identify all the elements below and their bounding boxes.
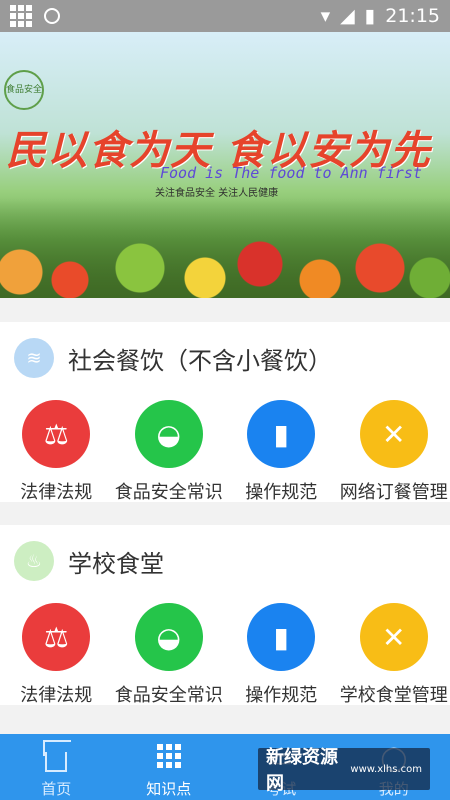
item-school-canteen-management[interactable]: ✕ 学校食堂管理 xyxy=(338,603,450,707)
item-laws[interactable]: ⚖ 法律法规 xyxy=(0,603,113,707)
grid-icon xyxy=(156,744,181,768)
item-food-safety-knowledge[interactable]: ◒ 食品安全常识 xyxy=(113,603,226,707)
shield-icon xyxy=(44,8,60,24)
tab-home[interactable]: 首页 xyxy=(0,734,113,800)
watermark-title: 新绿资源网 xyxy=(266,747,338,794)
watermark-url: www.xlhs.com xyxy=(350,763,422,775)
scale-icon: ⚖ xyxy=(22,603,91,671)
home-icon xyxy=(45,752,68,772)
vegetables-image xyxy=(0,198,450,298)
item-label: 操作规范 xyxy=(245,482,318,503)
item-operating-standards[interactable]: ▮ 操作规范 xyxy=(225,603,338,707)
section-social-catering: ≋ 社会餐饮（不含小餐饮） ⚖ 法律法规 ◒ 食品安全常识 ▮ 操作规范 ✕ 网… xyxy=(0,322,450,504)
banner-tagline: 关注食品安全 关注人民健康 xyxy=(155,188,279,199)
section-header: ♨ 学校食堂 xyxy=(14,541,164,581)
book-icon: ▮ xyxy=(247,603,316,671)
item-label: 食品安全常识 xyxy=(114,685,223,706)
pot-icon: ♨ xyxy=(14,541,54,581)
item-label: 法律法规 xyxy=(20,685,93,706)
item-operating-standards[interactable]: ▮ 操作规范 xyxy=(225,400,338,504)
item-label: 学校食堂管理 xyxy=(339,685,448,706)
bowl-icon: ≋ xyxy=(14,338,54,378)
section-title: 学校食堂 xyxy=(68,549,164,578)
item-online-ordering[interactable]: ✕ 网络订餐管理 xyxy=(338,400,450,504)
scale-icon: ⚖ xyxy=(22,400,91,468)
tab-knowledge[interactable]: 知识点 xyxy=(113,734,226,800)
tab-label: 知识点 xyxy=(146,780,192,798)
item-label: 食品安全常识 xyxy=(114,482,223,503)
section-title: 社会餐饮（不含小餐饮） xyxy=(68,346,332,375)
tools-icon: ✕ xyxy=(359,400,428,468)
item-food-safety-knowledge[interactable]: ◒ 食品安全常识 xyxy=(113,400,226,504)
bowl-spoon-icon: ◒ xyxy=(134,400,203,468)
signal-icon: ◢ xyxy=(340,5,355,27)
apps-grid-icon xyxy=(10,5,32,27)
tab-label: 首页 xyxy=(41,780,72,798)
banner[interactable]: 食品安全 民以食为天 食以安为先 Food is The food to Ann… xyxy=(0,32,450,298)
item-laws[interactable]: ⚖ 法律法规 xyxy=(0,400,113,504)
item-label: 操作规范 xyxy=(245,685,318,706)
food-safety-logo: 食品安全 xyxy=(4,70,44,110)
tools-icon: ✕ xyxy=(359,603,428,671)
book-icon: ▮ xyxy=(247,400,316,468)
item-label: 法律法规 xyxy=(20,482,93,503)
section-header: ≋ 社会餐饮（不含小餐饮） xyxy=(14,338,332,378)
status-time: 21:15 xyxy=(385,5,440,27)
wifi-icon: ▾ xyxy=(320,5,331,27)
battery-icon: ▮ xyxy=(364,5,376,27)
item-label: 网络订餐管理 xyxy=(339,482,448,503)
watermark: 新绿资源网 www.xlhs.com xyxy=(258,747,430,794)
banner-subline: Food is The food to Ann first xyxy=(160,164,422,182)
status-bar: ▾ ◢ ▮ 21:15 xyxy=(0,0,450,32)
bowl-spoon-icon: ◒ xyxy=(134,603,203,671)
section-school-canteen: ♨ 学校食堂 ⚖ 法律法规 ◒ 食品安全常识 ▮ 操作规范 ✕ 学校食堂管理 xyxy=(0,525,450,707)
